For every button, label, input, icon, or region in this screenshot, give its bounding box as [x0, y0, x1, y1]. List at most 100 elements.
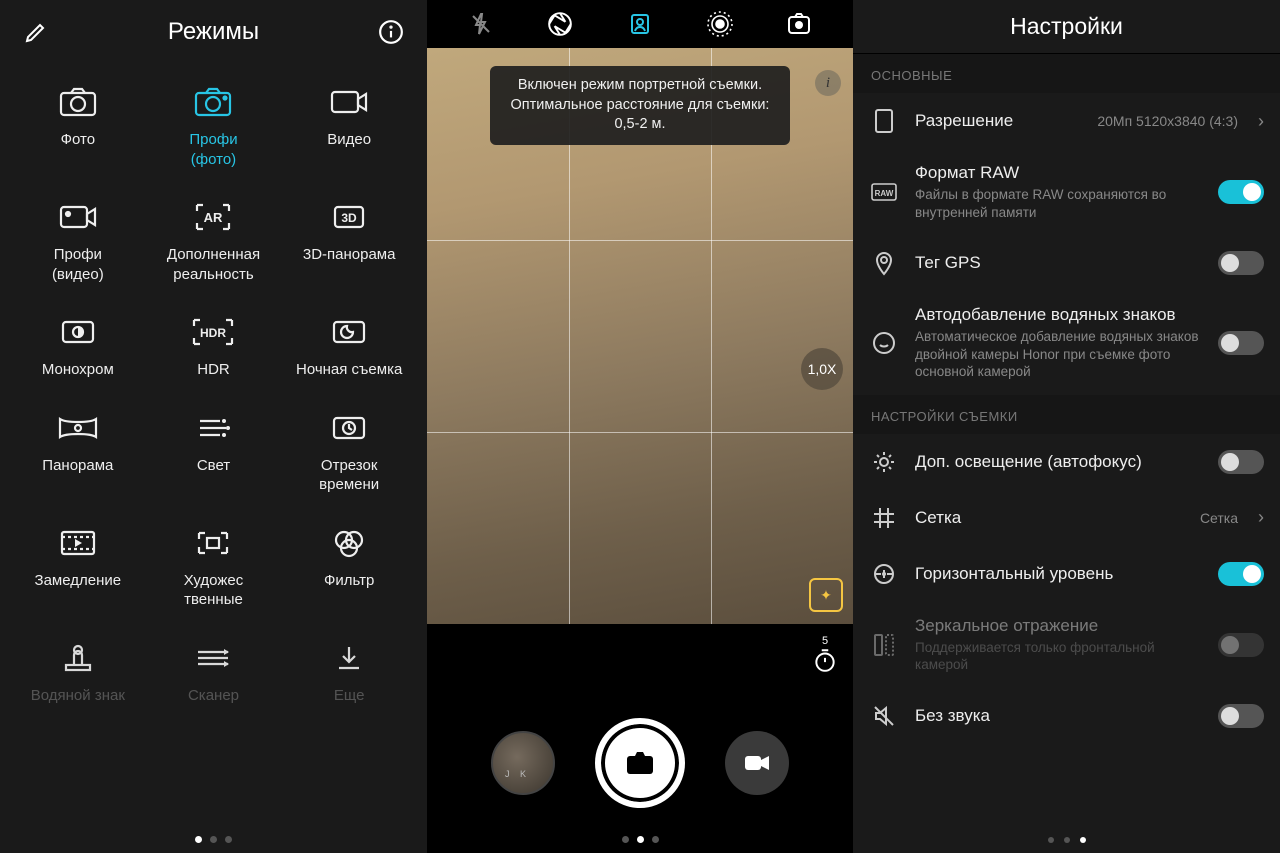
camera-icon	[56, 84, 100, 120]
mode-label: Еще	[334, 686, 365, 706]
modes-grid: Фото Профи (фото) Видео Профи (видео) AR…	[0, 64, 427, 705]
mode-panorama[interactable]: Панорама	[10, 410, 146, 495]
mode-label: 3D-панорама	[303, 245, 396, 265]
mode-filter[interactable]: Фильтр	[281, 525, 417, 610]
mode-slowmo[interactable]: Замедление	[10, 525, 146, 610]
row-grid[interactable]: Сетка Сетка ›	[853, 490, 1280, 546]
mode-label: Замедление	[35, 571, 122, 591]
mode-timelapse[interactable]: Отрезок времени	[281, 410, 417, 495]
mode-pro-video[interactable]: Профи (видео)	[10, 199, 146, 284]
row-title: Автодобавление водяных знаков	[915, 305, 1202, 325]
toggle-mirror	[1218, 633, 1264, 657]
stamp-icon	[56, 640, 100, 676]
switch-camera-icon[interactable]	[784, 9, 814, 39]
chevron-right-icon: ›	[1258, 507, 1264, 528]
mode-label: Фото	[61, 130, 95, 150]
mode-label: Фильтр	[324, 571, 374, 591]
resolution-icon	[869, 107, 899, 135]
timer-badge[interactable]: 5	[807, 636, 843, 676]
grid-line	[427, 240, 853, 241]
mode-scanner[interactable]: Сканер	[146, 640, 282, 706]
ar-icon: AR	[191, 199, 235, 235]
video-pro-icon	[56, 199, 100, 235]
modes-title: Режимы	[168, 18, 259, 46]
zoom-badge[interactable]: 1,0X	[801, 348, 843, 390]
portrait-icon[interactable]	[625, 9, 655, 39]
row-focus-light[interactable]: Доп. освещение (автофокус)	[853, 434, 1280, 490]
row-resolution[interactable]: Разрешение 20Мп 5120x3840 (4:3) ›	[853, 93, 1280, 149]
row-subtitle: Поддерживается только фронтальной камеро…	[915, 639, 1202, 674]
row-title: Тег GPS	[915, 253, 1202, 273]
gallery-thumb[interactable]	[491, 731, 555, 795]
section-basic: ОСНОВНЫЕ	[853, 54, 1280, 93]
viewfinder-pagination	[427, 836, 853, 843]
panorama-icon	[56, 410, 100, 446]
toggle-mute[interactable]	[1218, 704, 1264, 728]
mode-photo[interactable]: Фото	[10, 84, 146, 169]
row-subtitle: Автоматическое добавление водяных знаков…	[915, 328, 1202, 381]
mode-video[interactable]: Видео	[281, 84, 417, 169]
row-value: Сетка	[1200, 510, 1238, 526]
row-value: 20Мп 5120x3840 (4:3)	[1097, 113, 1238, 129]
modes-panel: Режимы Фото Профи (фото) Видео Профи (ви…	[0, 0, 427, 853]
row-watermark[interactable]: Автодобавление водяных знаков Автоматиче…	[853, 291, 1280, 395]
camera-pro-icon	[191, 84, 235, 120]
mode-light[interactable]: Свет	[146, 410, 282, 495]
mode-label: Панорама	[42, 456, 113, 476]
info-icon[interactable]	[377, 18, 405, 46]
live-icon[interactable]	[705, 9, 735, 39]
mode-pro-photo[interactable]: Профи (фото)	[146, 84, 282, 169]
download-icon	[327, 640, 371, 676]
timer-value: 5	[807, 636, 843, 647]
mode-label: Ночная съемка	[296, 360, 402, 380]
shutter-button[interactable]	[595, 718, 685, 808]
mode-3d-panorama[interactable]: 3D 3D-панорама	[281, 199, 417, 284]
row-level[interactable]: Горизонтальный уровень	[853, 546, 1280, 602]
row-title: Формат RAW	[915, 163, 1202, 183]
scan-icon	[191, 640, 235, 676]
row-mirror: Зеркальное отражение Поддерживается толь…	[853, 602, 1280, 688]
toggle-level[interactable]	[1218, 562, 1264, 586]
toggle-focus[interactable]	[1218, 450, 1264, 474]
viewfinder-panel: Включен режим портретной съемки. Оптимал…	[427, 0, 853, 853]
modes-header: Режимы	[0, 0, 427, 64]
mode-hdr[interactable]: HDR HDR	[146, 314, 282, 380]
mode-label: HDR	[197, 360, 230, 380]
row-subtitle: Файлы в формате RAW сохраняются во внутр…	[915, 186, 1202, 221]
toggle-watermark[interactable]	[1218, 331, 1264, 355]
settings-title: Настройки	[853, 0, 1280, 54]
toggle-raw[interactable]	[1218, 180, 1264, 204]
watermark-icon	[869, 331, 899, 355]
row-title: Сетка	[915, 508, 1184, 528]
grid-line	[427, 432, 853, 433]
row-mute[interactable]: Без звука	[853, 688, 1280, 744]
toast-info-icon[interactable]: i	[815, 70, 841, 96]
row-title: Горизонтальный уровень	[915, 564, 1202, 584]
mute-icon	[869, 704, 899, 728]
mode-more[interactable]: Еще	[281, 640, 417, 706]
chevron-right-icon: ›	[1258, 111, 1264, 132]
edit-icon[interactable]	[22, 18, 50, 46]
svg-text:AR: AR	[204, 210, 223, 225]
viewfinder[interactable]: Включен режим портретной съемки. Оптимал…	[427, 48, 853, 624]
row-title: Доп. освещение (автофокус)	[915, 452, 1202, 472]
row-title: Разрешение	[915, 111, 1081, 131]
mode-label: Художес твенные	[184, 571, 243, 610]
aperture-icon[interactable]	[545, 9, 575, 39]
row-gps[interactable]: Тег GPS	[853, 235, 1280, 291]
toggle-gps[interactable]	[1218, 251, 1264, 275]
flash-off-icon[interactable]	[466, 9, 496, 39]
mode-monochrome[interactable]: Монохром	[10, 314, 146, 380]
row-title: Зеркальное отражение	[915, 616, 1202, 636]
modes-pagination	[0, 836, 427, 843]
mode-night[interactable]: Ночная съемка	[281, 314, 417, 380]
mode-label: Водяной знак	[31, 686, 125, 706]
mode-ar[interactable]: AR Дополненная реальность	[146, 199, 282, 284]
row-title: Без звука	[915, 706, 1202, 726]
mode-artistic[interactable]: Художес твенные	[146, 525, 282, 610]
mode-watermark[interactable]: Водяной знак	[10, 640, 146, 706]
enhance-icon[interactable]: ✦	[809, 578, 843, 612]
row-raw[interactable]: RAW Формат RAW Файлы в формате RAW сохра…	[853, 149, 1280, 235]
video-mode-button[interactable]	[725, 731, 789, 795]
mode-label: Профи (фото)	[189, 130, 237, 169]
